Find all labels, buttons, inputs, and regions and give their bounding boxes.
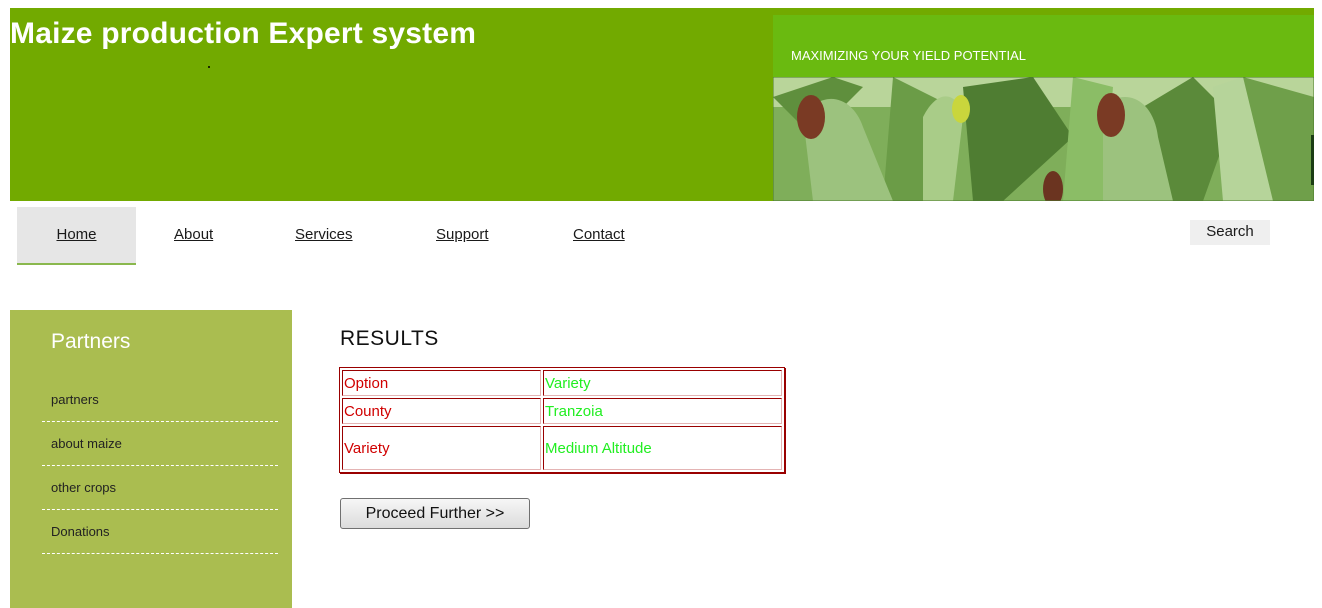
- nav-about[interactable]: About: [174, 207, 213, 264]
- table-row: Option Variety: [342, 370, 782, 396]
- main-nav: Home About Services Support Contact Sear…: [16, 207, 1306, 265]
- sidebar-item-other-crops[interactable]: other crops: [42, 466, 278, 510]
- sidebar-item-about-maize[interactable]: about maize: [42, 422, 278, 466]
- site-title: Maize production Expert system: [10, 17, 477, 50]
- results-title: RESULTS: [340, 327, 439, 350]
- proceed-further-button[interactable]: Proceed Further >>: [340, 498, 530, 529]
- banner-edge: [1311, 135, 1314, 185]
- result-key: Option: [342, 370, 541, 396]
- results-table: Option Variety County Tranzoia Variety M…: [339, 367, 785, 473]
- sidebar: Partners partners about maize other crop…: [10, 310, 292, 608]
- site-header: Maize production Expert system MAXIMIZIN…: [10, 8, 1314, 201]
- sidebar-title: Partners: [51, 330, 131, 353]
- title-dot: [208, 66, 210, 68]
- table-row: County Tranzoia: [342, 398, 782, 424]
- nav-support[interactable]: Support: [436, 207, 489, 264]
- result-value: Tranzoia: [543, 398, 782, 424]
- nav-home[interactable]: Home: [17, 207, 136, 265]
- sidebar-item-partners[interactable]: partners: [42, 378, 278, 422]
- search-button[interactable]: Search: [1190, 220, 1270, 245]
- header-banner: MAXIMIZING YOUR YIELD POTENTIAL: [773, 15, 1314, 201]
- result-key: County: [342, 398, 541, 424]
- nav-services[interactable]: Services: [295, 207, 353, 264]
- sidebar-list: partners about maize other crops Donatio…: [42, 378, 278, 554]
- result-key: Variety: [342, 426, 541, 470]
- sidebar-item-donations[interactable]: Donations: [42, 510, 278, 554]
- nav-contact[interactable]: Contact: [573, 207, 625, 264]
- maize-plants-photo-icon: [773, 77, 1314, 201]
- banner-tagline: MAXIMIZING YOUR YIELD POTENTIAL: [791, 48, 1027, 63]
- result-value: Variety: [543, 370, 782, 396]
- result-value: Medium Altitude: [543, 426, 782, 470]
- table-row: Variety Medium Altitude: [342, 426, 782, 470]
